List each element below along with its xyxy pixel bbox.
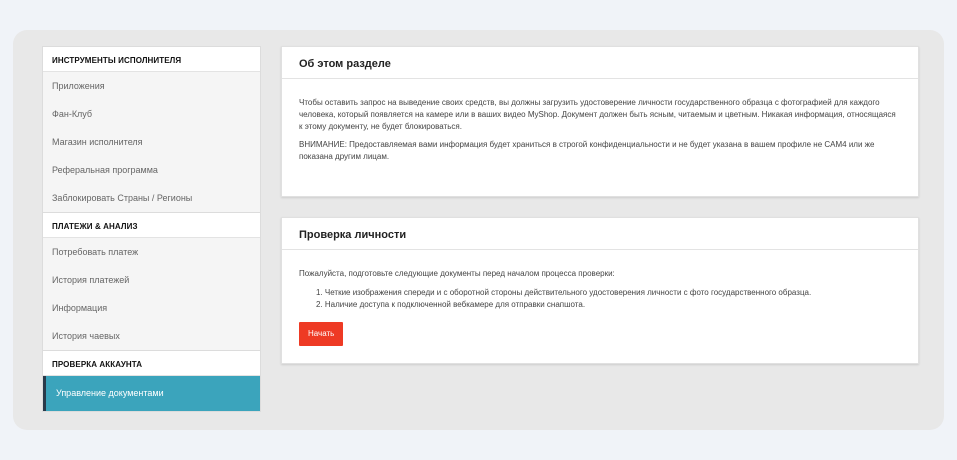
sidebar-item-tips-history[interactable]: История чаевых [43, 322, 260, 350]
requirements-list: 1. Четкие изображения спереди и с оборот… [299, 287, 901, 311]
sidebar-item-block-regions[interactable]: Заблокировать Страны / Регионы [43, 184, 260, 212]
sidebar-item-artist-store[interactable]: Магазин исполнителя [43, 128, 260, 156]
sidebar-item-payment-history[interactable]: История платежей [43, 266, 260, 294]
sidebar-section-account-verification: ПРОВЕРКА АККАУНТА [43, 351, 260, 376]
verification-card: Проверка личности Пожалуйста, подготовьт… [281, 217, 919, 364]
start-button[interactable]: Начать [299, 322, 344, 346]
sidebar: ИНСТРУМЕНТЫ ИСПОЛНИТЕЛЯ Приложения Фан-К… [42, 46, 261, 412]
list-item: 2. Наличие доступа к подключенной вебкам… [316, 300, 586, 309]
verification-title: Проверка личности [282, 218, 918, 250]
sidebar-item-fan-club[interactable]: Фан-Клуб [43, 100, 260, 128]
sidebar-item-document-management[interactable]: Управление документами [43, 376, 260, 411]
sidebar-item-apps[interactable]: Приложения [43, 72, 260, 100]
about-paragraph: Чтобы оставить запрос на выведение своих… [299, 98, 896, 131]
sidebar-section-payments: ПЛАТЕЖИ & АНАЛИЗ [43, 213, 260, 238]
sidebar-item-information[interactable]: Информация [43, 294, 260, 322]
verification-intro: Пожалуйста, подготовьте следующие докуме… [299, 269, 615, 278]
about-warning: ВНИМАНИЕ: Предоставляемая вами информаци… [299, 140, 875, 161]
about-title: Об этом разделе [282, 47, 918, 79]
sidebar-item-referral[interactable]: Реферальная программа [43, 156, 260, 184]
list-item: 1. Четкие изображения спереди и с оборот… [316, 288, 812, 297]
about-card: Об этом разделе Чтобы оставить запрос на… [281, 46, 919, 197]
sidebar-item-request-payment[interactable]: Потребовать платеж [43, 238, 260, 266]
sidebar-section-artist-tools: ИНСТРУМЕНТЫ ИСПОЛНИТЕЛЯ [43, 47, 260, 72]
